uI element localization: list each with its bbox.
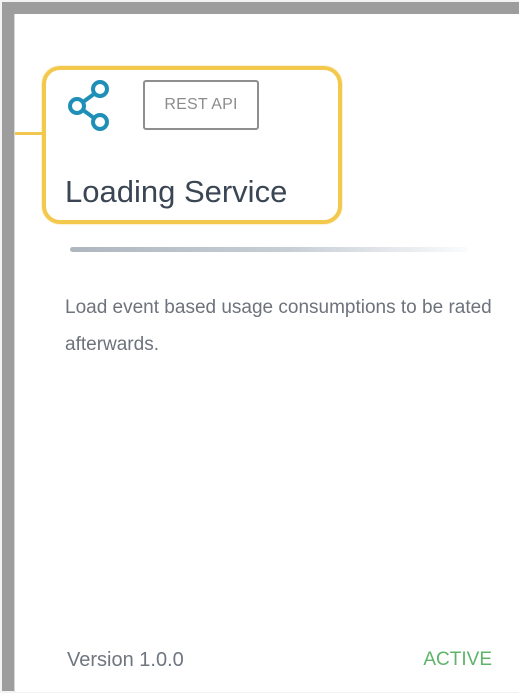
page-frame: REST API Loading Service Load event base… <box>2 2 519 692</box>
highlight-connector <box>15 132 43 135</box>
service-card[interactable]: REST API Loading Service Load event base… <box>14 14 519 692</box>
service-title: Loading Service <box>65 174 288 209</box>
title-divider <box>70 247 468 252</box>
status-badge: ACTIVE <box>423 649 492 670</box>
version-label: Version 1.0.0 <box>67 649 184 671</box>
share-icon <box>68 80 109 131</box>
api-type-badge: REST API <box>143 80 259 130</box>
service-description: Load event based usage consumptions to b… <box>65 297 492 355</box>
